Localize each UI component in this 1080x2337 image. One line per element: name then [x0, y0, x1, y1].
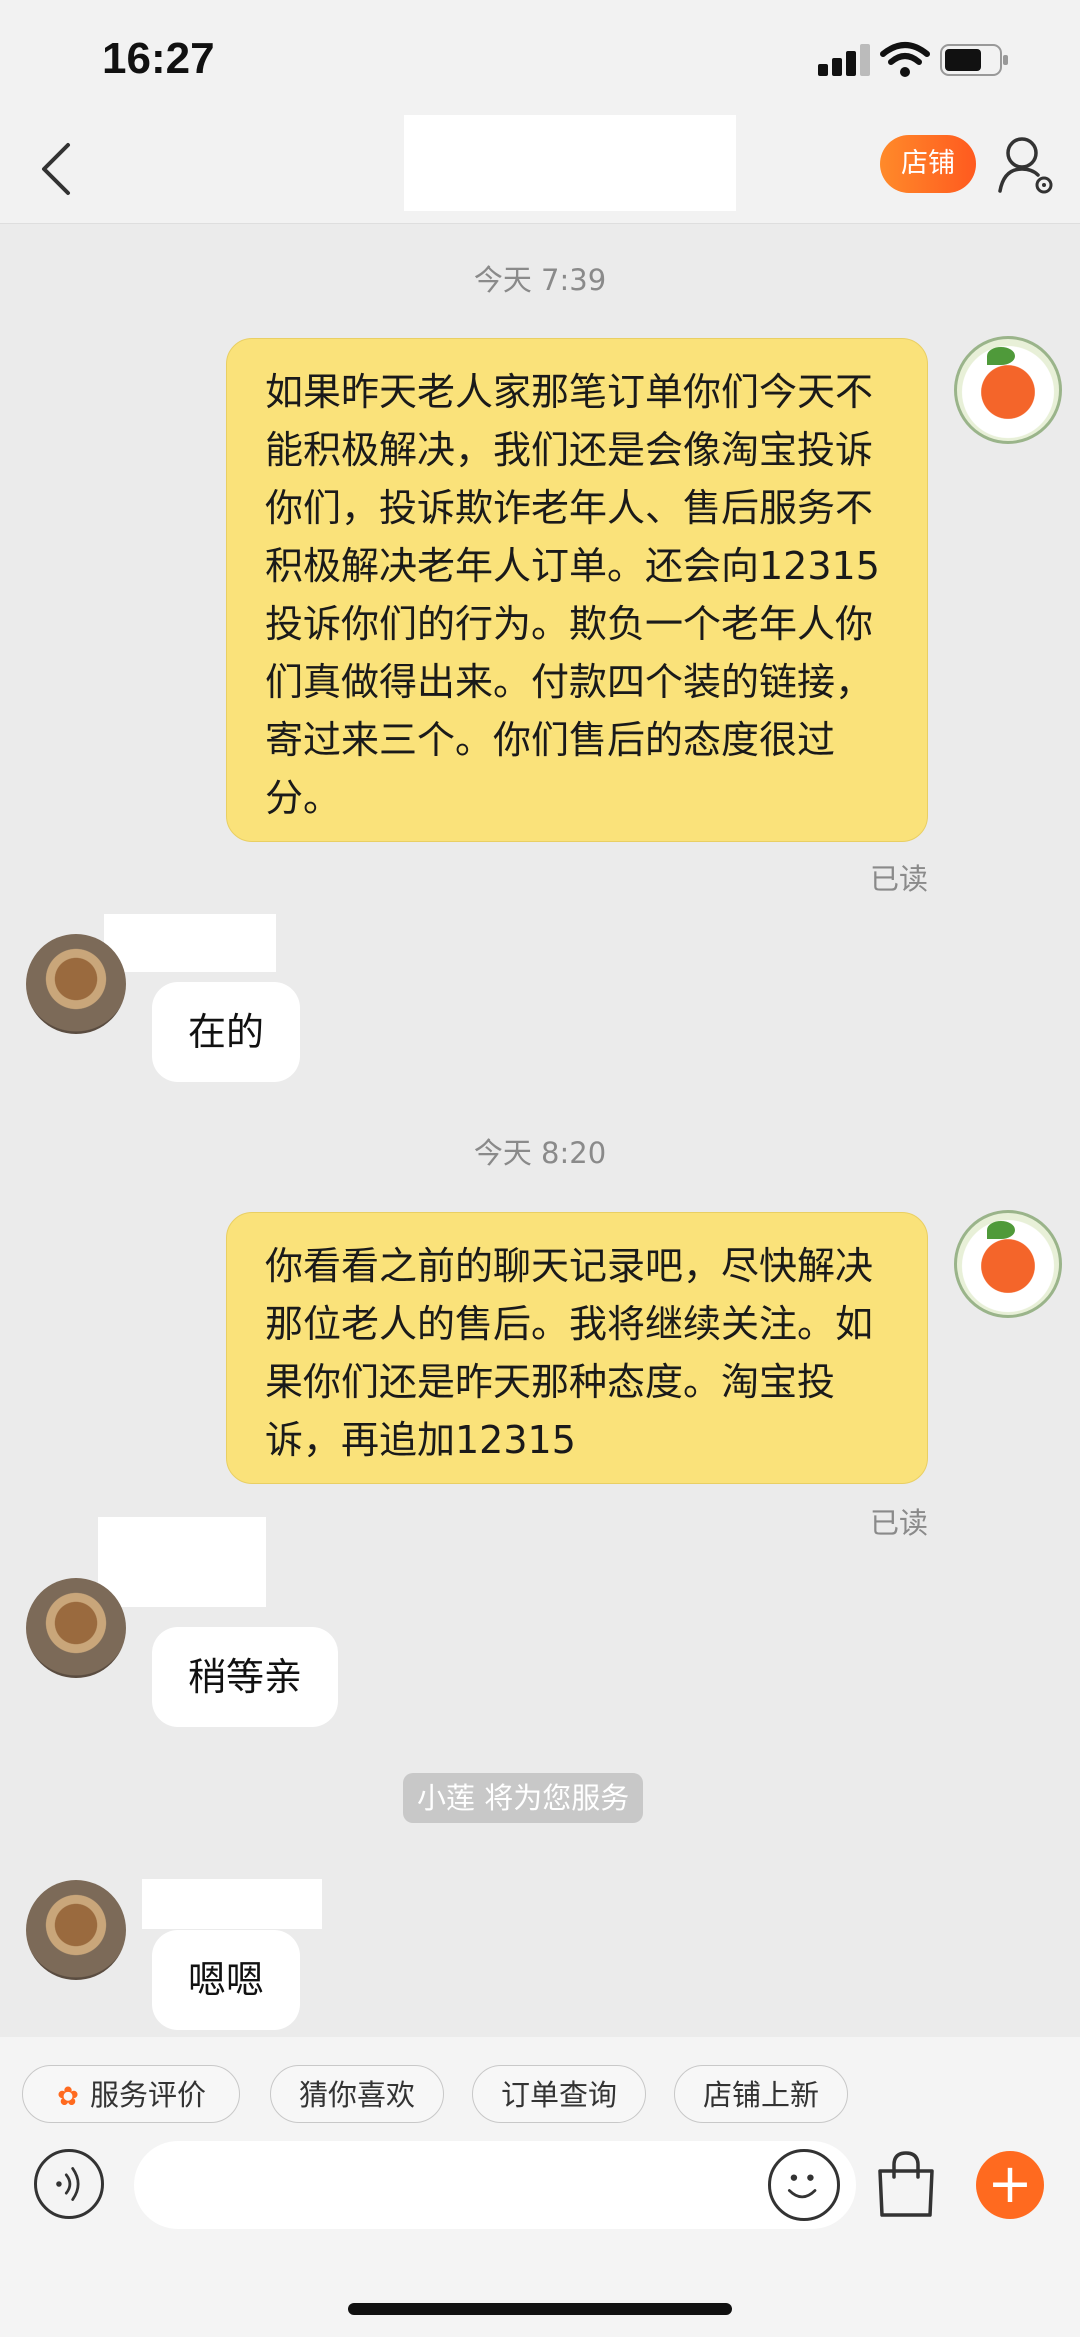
sender-name-redacted	[98, 1517, 266, 1607]
battery-icon	[940, 44, 1008, 76]
chat-timestamp: 今天 8:20	[473, 1136, 607, 1170]
shop-button[interactable]: 店铺	[880, 135, 976, 193]
chevron-left-icon[interactable]	[30, 139, 90, 199]
status-bar: 16:27	[0, 0, 1080, 115]
quick-action-recommend[interactable]: 猜你喜欢	[270, 2065, 444, 2123]
quick-action-order-query[interactable]: 订单查询	[472, 2065, 646, 2123]
my-message-bubble[interactable]: 如果昨天老人家那笔订单你们今天不能积极解决，我们还是会像淘宝投诉你们，投诉欺诈老…	[226, 338, 928, 842]
input-toolbar: ✿ 服务评价 猜你喜欢 订单查询 店铺上新 +	[0, 2037, 1080, 2337]
badge-icon: ✿	[57, 2082, 79, 2112]
shop-message-bubble[interactable]: 在的	[152, 982, 301, 1082]
read-status: 已读	[869, 1506, 928, 1540]
shopping-bag-icon[interactable]	[874, 2149, 938, 2219]
chat-timestamp: 今天 7:39	[473, 263, 607, 297]
chat-title-redacted	[404, 115, 736, 211]
my-avatar[interactable]	[954, 336, 1062, 444]
home-indicator	[348, 2303, 732, 2315]
shop-message-bubble[interactable]: 嗯嗯	[152, 1930, 301, 2030]
signal-icon	[818, 44, 874, 76]
sender-name-redacted	[104, 914, 276, 972]
my-message-bubble[interactable]: 你看看之前的聊天记录吧，尽快解决那位老人的售后。我将继续关注。如果你们还是昨天那…	[226, 1212, 928, 1484]
quick-action-new-arrivals[interactable]: 店铺上新	[674, 2065, 848, 2123]
service-notice: 小莲 将为您服务	[403, 1773, 644, 1823]
voice-icon[interactable]	[34, 2149, 104, 2219]
my-avatar[interactable]	[954, 1210, 1062, 1318]
user-settings-icon[interactable]	[996, 133, 1056, 199]
wifi-icon	[880, 42, 930, 77]
shop-avatar[interactable]	[26, 1880, 126, 1980]
read-status: 已读	[869, 862, 928, 896]
chat-header: 店铺	[0, 115, 1080, 224]
sender-name-redacted	[142, 1879, 322, 1929]
message-input[interactable]	[134, 2141, 856, 2229]
shop-message-bubble[interactable]: 稍等亲	[152, 1627, 339, 1727]
quick-action-service-rating[interactable]: ✿ 服务评价	[22, 2065, 240, 2123]
emoji-icon[interactable]	[768, 2149, 840, 2221]
plus-icon[interactable]: +	[976, 2151, 1044, 2219]
shop-avatar[interactable]	[26, 1578, 126, 1678]
status-time: 16:27	[102, 34, 215, 83]
shop-avatar[interactable]	[26, 934, 126, 1034]
